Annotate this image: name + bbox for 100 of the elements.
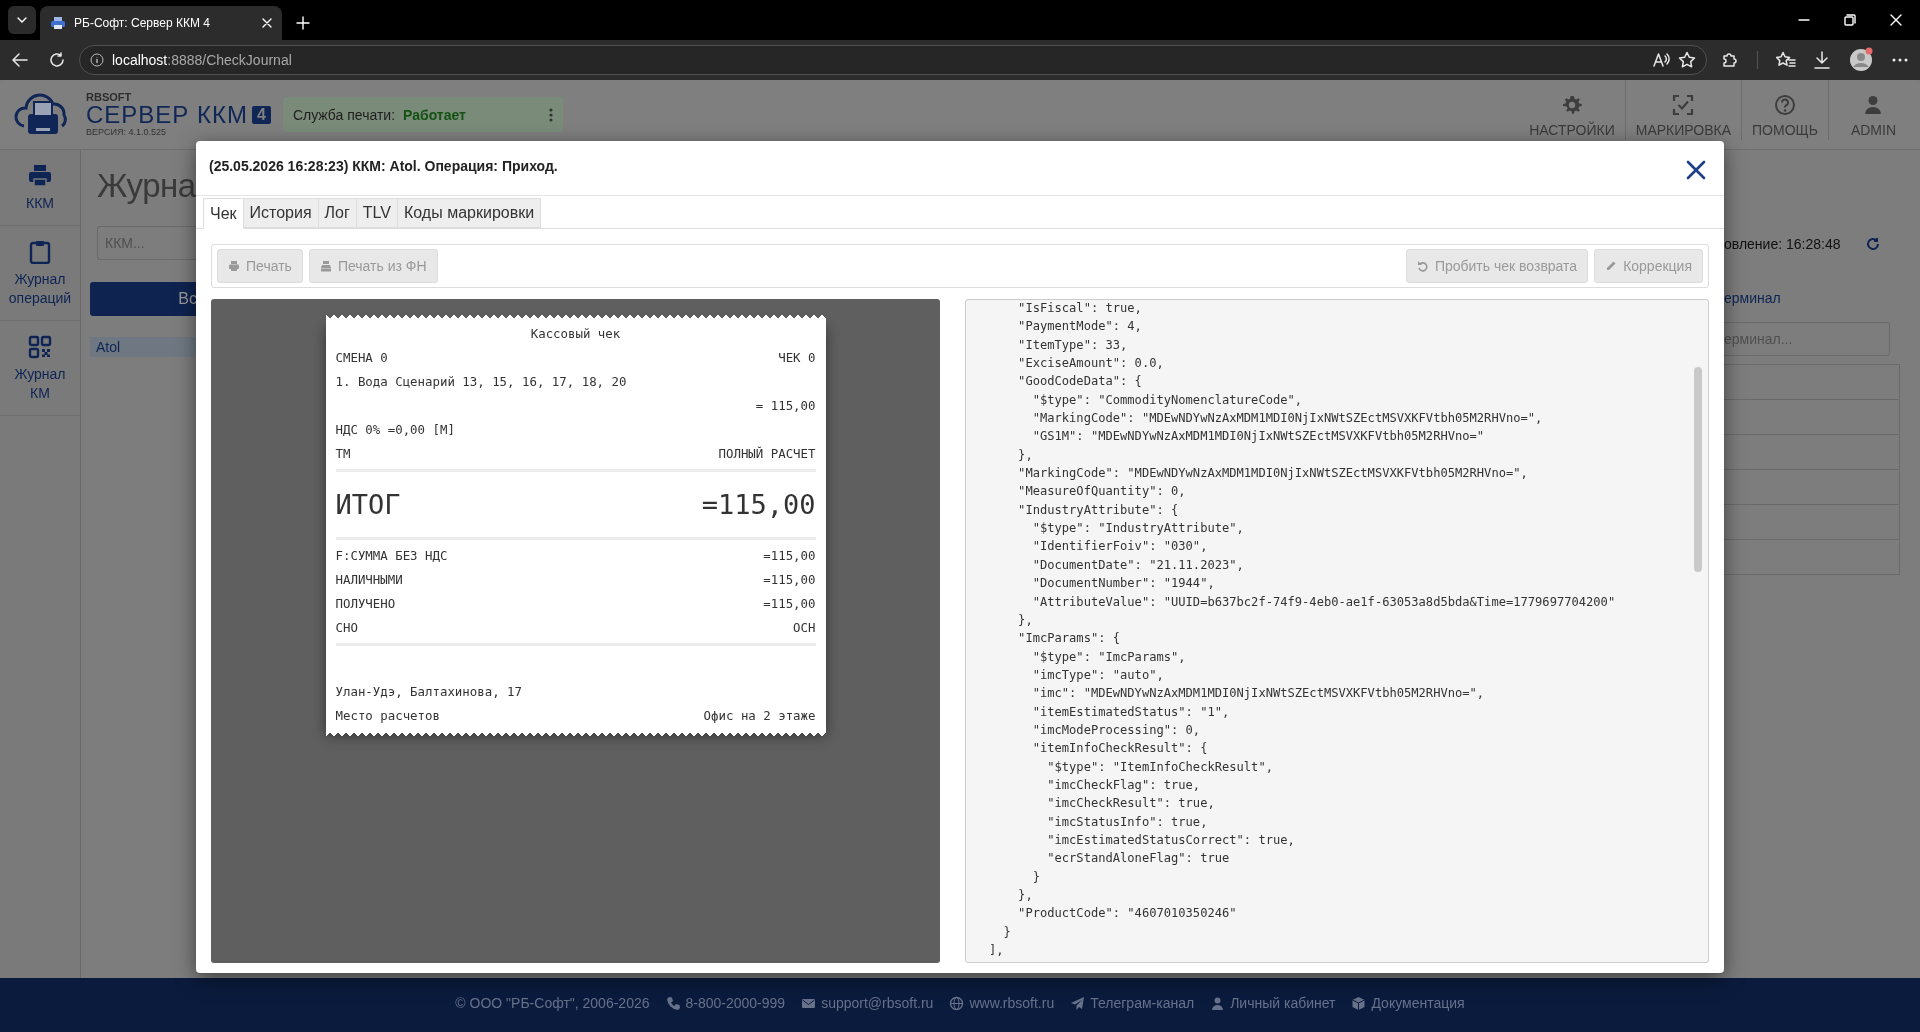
receipt-value: ПОЛНЫЙ РАСЧЕТ <box>718 445 816 461</box>
code-line: "IsFiscal": true, <box>1017 300 1142 317</box>
code-line: "itemInfoCheckResult": { <box>1031 740 1208 758</box>
sidebar-item[interactable]: ККМ <box>0 150 80 226</box>
back-icon[interactable] <box>11 51 29 69</box>
code-line: } <box>1002 923 1011 941</box>
settings-icon <box>1560 94 1583 116</box>
refresh-icon[interactable] <box>1866 237 1881 251</box>
receipt-value: Офис на 2 этаже <box>703 707 816 723</box>
footer-link[interactable]: Телеграм-канал <box>1070 995 1195 1011</box>
clipboard-icon <box>28 240 52 264</box>
code-line: "GS1M": "MDEwNDYwNzAxMDM1MDI0NjIxNWtSZEctMSVXKFVtbh05M2RHVno=" <box>1031 428 1485 446</box>
filter-button[interactable]: Вс <box>90 282 197 316</box>
version-badge: 4 <box>252 106 271 124</box>
tab[interactable]: Коды маркировки <box>398 198 542 228</box>
close-icon[interactable] <box>1686 160 1706 180</box>
code-line: "MarkingCode": "MDEwNDYwNzAxMDM1MDI0NjIxNWtSZEctMSVXKFVtbh05M2RHVno=", <box>1031 410 1543 428</box>
scrollbar[interactable] <box>1694 367 1702 572</box>
update-time: овление: 16:28:48 <box>1724 236 1841 252</box>
receipt-label: НАЛИЧНЫМИ <box>335 571 403 587</box>
kebab-menu-icon[interactable] <box>548 107 553 122</box>
receipt-label: Место расчетов <box>335 707 440 723</box>
printer-icon <box>228 260 240 272</box>
favorites-icon[interactable] <box>1776 51 1796 69</box>
star-icon[interactable] <box>1678 51 1696 69</box>
code-line: "imcModeProcessing": 0, <box>1031 721 1201 739</box>
code-line: "itemEstimatedStatus": "1", <box>1031 703 1230 721</box>
footer-link[interactable]: 8-800-2000-999 <box>665 995 786 1011</box>
tab[interactable]: История <box>243 198 319 228</box>
printer-icon <box>28 164 52 188</box>
receipt-label: F:СУММА БЕЗ НДС <box>335 547 448 563</box>
tab-title: РБ-Софт: Сервер ККМ 4 <box>74 16 211 30</box>
receipt-value: ОСН <box>793 619 816 635</box>
sidebar-item[interactable]: Журнал операций <box>0 226 80 321</box>
receipt-value: =115,00 <box>763 595 816 611</box>
receipt-value: ЧЕК 0 <box>778 349 816 365</box>
nav-button[interactable]: МАРКИРОВКА <box>1624 80 1742 140</box>
copyright-text: © ООО "РБ-Софт", 2006-2026 <box>455 995 650 1011</box>
restore-icon[interactable] <box>1844 14 1856 26</box>
receipt-label: СМЕНА 0 <box>335 349 388 365</box>
code-line: "imcStatusInfo": true, <box>1046 813 1208 831</box>
code-line: "$type": "ImcParams", <box>1031 648 1186 666</box>
code-line: "ecrStandAloneFlag": true <box>1046 850 1230 868</box>
cash-register-icon <box>319 260 332 272</box>
receipt-label: ПОЛУЧЕНО <box>335 595 396 611</box>
receipt-label: СНО <box>335 619 358 635</box>
code-line: "ExciseAmount": 0.0, <box>1017 355 1164 373</box>
code-line: ], <box>989 942 1004 960</box>
receipt-value: =115,00 <box>763 547 816 563</box>
more-icon[interactable] <box>1892 58 1908 62</box>
code-line: "GoodCodeData": { <box>1017 373 1142 391</box>
product-name: СЕРВЕР ККМ <box>86 103 248 127</box>
tab[interactable]: Чек <box>203 198 244 229</box>
receipt-line: Улан-Удэ, Балтахинова, 17 <box>335 683 522 699</box>
sidebar-item[interactable]: Журнал КМ <box>0 321 80 416</box>
code-line: "$type": "CommodityNomenclatureCode", <box>1031 391 1303 409</box>
printer-icon <box>50 15 66 31</box>
nav-button[interactable]: ADMIN <box>1827 80 1920 140</box>
modal-title: (25.05.2026 16:28:23) ККМ: Atol. Операция: Приход. <box>209 158 558 174</box>
brand-text: RBSOFT <box>86 91 133 103</box>
puzzle-icon[interactable] <box>1721 51 1739 69</box>
address-bar[interactable]: localhost:8888/CheckJournal <box>79 45 1707 75</box>
receipt-title: Кассовый чек <box>530 325 621 341</box>
code-line: "imc": "MDEwNDYwNzAxMDM1MDI0NjIxNWtSZEctMSVXKFVtbh05M2RHVno=", <box>1031 685 1485 703</box>
version-text: ВЕРСИЯ: 4.1.0.525 <box>86 127 167 138</box>
code-line: "DocumentDate": "21.11.2023", <box>1031 556 1244 574</box>
code-line: "imcEstimatedStatusCorrect": true, <box>1046 831 1295 849</box>
code-line: }, <box>1017 446 1033 464</box>
code-line: } <box>1031 868 1040 886</box>
tab[interactable]: Лог <box>318 198 357 228</box>
nav-button[interactable]: ПОМОЩЬ <box>1741 80 1828 140</box>
new-tab-icon[interactable] <box>296 16 310 30</box>
code-line: "$type": "ItemInfoCheckResult", <box>1046 758 1273 776</box>
receipt-line: НДС 0% =0,00 [М] <box>335 421 455 437</box>
box-icon <box>1351 995 1367 1011</box>
footer-link[interactable]: support@rbsoft.ru <box>801 995 934 1011</box>
pencil-icon <box>1605 260 1618 272</box>
code-line: "IndustryAttribute": { <box>1017 501 1179 519</box>
avatar-icon[interactable] <box>1848 47 1874 73</box>
receipt-line: 1. Вода Сценарий 13, 15, 16, 17, 18, 20 <box>335 373 627 389</box>
total-amount: =115,00 <box>701 488 816 520</box>
browser-tab[interactable]: РБ-Софт: Сервер ККМ 4 <box>40 6 282 40</box>
footer-link[interactable]: Документация <box>1351 995 1465 1011</box>
field-label: ерминал <box>1724 290 1782 306</box>
code-line: }, <box>1017 887 1033 904</box>
code-line: "ImcParams": { <box>1017 630 1121 648</box>
code-line: "ItemType": 33, <box>1017 336 1128 354</box>
service-label: Служба печати: <box>292 106 396 123</box>
tab[interactable]: TLV <box>356 198 398 228</box>
code-line: "ProductCode": "4607010350246" <box>1017 905 1237 923</box>
footer-link[interactable]: Личный кабинет <box>1210 995 1336 1011</box>
phone-icon <box>665 995 681 1011</box>
reload-icon[interactable] <box>49 52 65 68</box>
code-line: "AttributeValue": "UUID=b637bc2f-74f9-4eb0-ae1f-63053a8d5bda&Time=1779697704200" <box>1031 593 1616 611</box>
code-line: "PaymentMode": 4, <box>1017 318 1142 336</box>
footer-link[interactable]: www.rbsoft.ru <box>949 995 1055 1011</box>
read-aloud-icon[interactable] <box>1652 52 1670 68</box>
nav-button[interactable]: НАСТРОЙКИ <box>1519 80 1625 140</box>
list-item[interactable]: Atol <box>90 337 197 357</box>
download-icon[interactable] <box>1814 51 1830 69</box>
